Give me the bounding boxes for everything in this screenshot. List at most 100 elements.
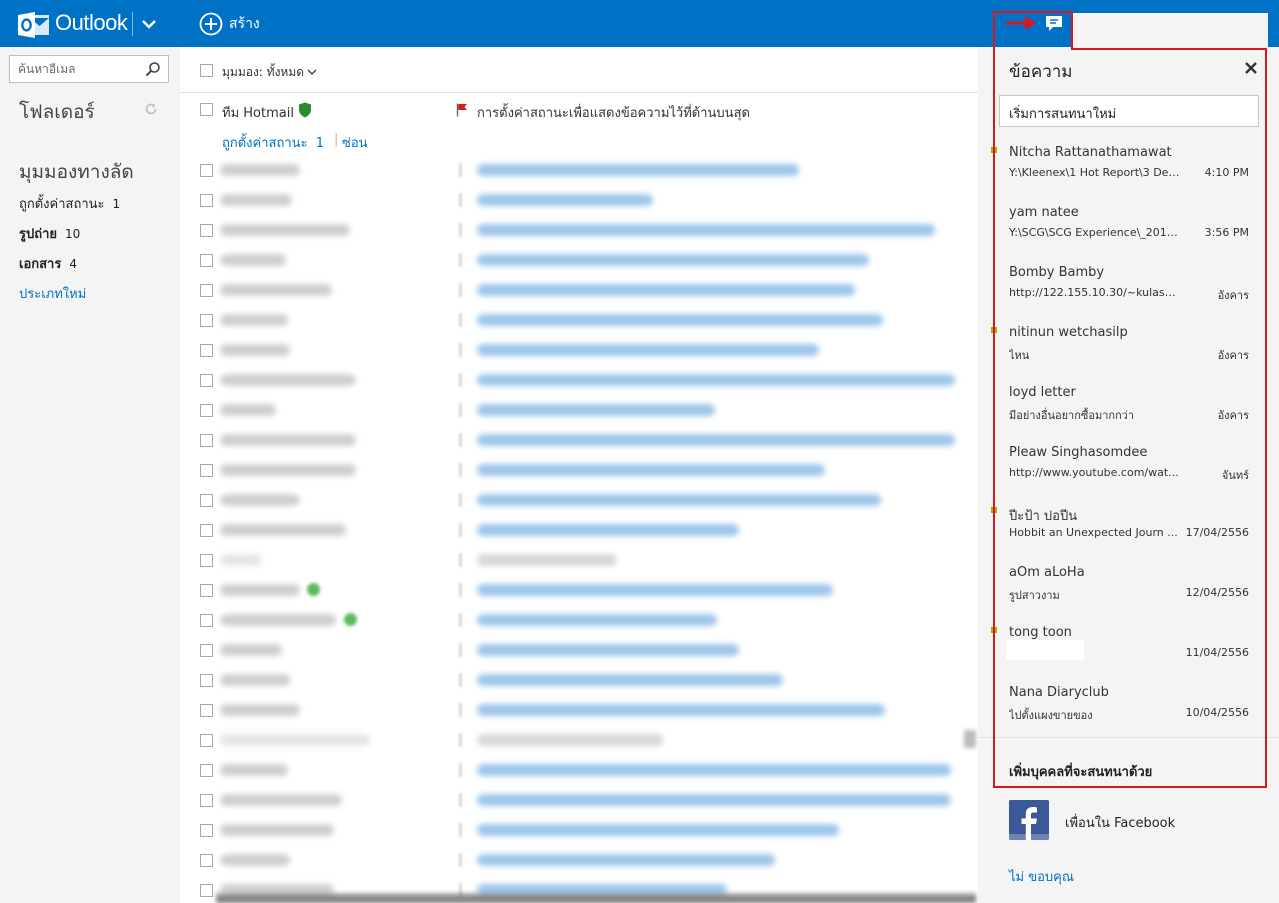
row-checkbox[interactable]	[200, 674, 213, 687]
row-checkbox[interactable]	[200, 734, 213, 747]
mail-row[interactable]	[180, 515, 978, 545]
row-checkbox[interactable]	[200, 794, 213, 807]
row-checkbox[interactable]	[200, 644, 213, 657]
no-thanks-link[interactable]: ไม่ ขอบคุณ	[1009, 866, 1074, 887]
row-checkbox[interactable]	[200, 824, 213, 837]
row-checkbox[interactable]	[200, 344, 213, 357]
row-marker	[459, 463, 462, 477]
conversation-item[interactable]: tong toon 11/04/2556	[978, 625, 1279, 685]
sender-blurred	[220, 494, 300, 506]
conversation-item[interactable]: aOm aLoHa รูปสาวงาม 12/04/2556	[978, 565, 1279, 625]
nav-item-photos[interactable]: รูปถ่าย 10	[19, 223, 80, 244]
row-checkbox[interactable]	[200, 374, 213, 387]
mail-row[interactable]	[180, 815, 978, 845]
mail-row[interactable]	[180, 695, 978, 725]
mail-row[interactable]	[180, 155, 978, 185]
nav-item-flagged[interactable]: ถูกตั้งค่าสถานะ 1	[19, 193, 120, 214]
row-checkbox[interactable]	[200, 764, 213, 777]
user-avatar-icon[interactable]	[1238, 13, 1260, 35]
conversation-item[interactable]: Nana Diaryclub ไปตั้งแผงขายของ 10/04/255…	[978, 685, 1279, 745]
row-checkbox[interactable]	[200, 254, 213, 267]
conversation-item[interactable]: Bomby Bamby http://122.155.10.30/~kulasa…	[978, 265, 1279, 325]
mail-row[interactable]	[180, 455, 978, 485]
mail-row[interactable]	[180, 245, 978, 275]
row-checkbox[interactable]	[200, 314, 213, 327]
hotmail-team-checkbox[interactable]	[200, 103, 213, 116]
conversation-item[interactable]: Nitcha Rattanathamawat Y:\Kleenex\1 Hot …	[978, 145, 1279, 205]
subject-blurred	[477, 464, 825, 476]
mail-row[interactable]	[180, 545, 978, 575]
message-preview: Y:\Kleenex\1 Hot Report\3 Des...	[1009, 166, 1181, 179]
message-time: อังคาร	[1217, 349, 1249, 362]
row-checkbox[interactable]	[200, 284, 213, 297]
row-checkbox[interactable]	[200, 194, 213, 207]
view-filter-dropdown[interactable]: มุมมอง: ทั้งหมด	[222, 63, 317, 82]
flag-notice-subject[interactable]: การตั้งค่าสถานะเพื่อแสดงข้อความไว้ที่ด้า…	[477, 102, 750, 123]
row-checkbox[interactable]	[200, 884, 213, 897]
sender-blurred	[220, 584, 300, 596]
row-checkbox[interactable]	[200, 434, 213, 447]
nav-item-documents[interactable]: เอกสาร 4	[19, 253, 77, 274]
mail-row[interactable]	[180, 185, 978, 215]
hide-link[interactable]: ซ่อน	[342, 132, 368, 153]
scrollbar-thumb[interactable]	[964, 730, 976, 748]
user-name[interactable]: yuthn narongkijpanich	[1109, 16, 1226, 30]
mail-row[interactable]	[180, 755, 978, 785]
mail-row[interactable]	[180, 725, 978, 755]
settings-gear-icon[interactable]	[1075, 13, 1095, 33]
mail-row[interactable]	[180, 605, 978, 635]
conversation-item[interactable]: yam natee Y:\SCG\SCG Experience\_2013...…	[978, 205, 1279, 265]
mail-row[interactable]	[180, 665, 978, 695]
mail-row[interactable]	[180, 575, 978, 605]
mail-row[interactable]	[180, 485, 978, 515]
row-checkbox[interactable]	[200, 554, 213, 567]
hotmail-team-sender[interactable]: ทีม Hotmail	[222, 102, 294, 123]
row-checkbox[interactable]	[200, 584, 213, 597]
row-checkbox[interactable]	[200, 494, 213, 507]
row-checkbox[interactable]	[200, 404, 213, 417]
facebook-friends-link[interactable]: เพื่อนใน Facebook	[1065, 812, 1175, 833]
refresh-icon[interactable]	[144, 102, 158, 116]
row-marker	[459, 433, 462, 447]
folders-heading[interactable]: โฟลเดอร์	[19, 97, 95, 127]
mail-row[interactable]	[180, 845, 978, 875]
row-checkbox[interactable]	[200, 164, 213, 177]
row-marker	[459, 493, 462, 507]
mail-row[interactable]	[180, 275, 978, 305]
conversation-item[interactable]: nitinun wetchasilp ไหน อังคาร	[978, 325, 1279, 385]
conversation-item[interactable]: ปีะป้า ปอปีน Hobbit an Unexpected Journ …	[978, 505, 1279, 565]
mail-row[interactable]	[180, 335, 978, 365]
mail-row[interactable]	[180, 215, 978, 245]
mail-row[interactable]	[180, 635, 978, 665]
flagged-filter-link[interactable]: ถูกตั้งค่าสถานะ 1	[222, 132, 324, 153]
conversation-item[interactable]: loyd letter มีอย่างอื่นอยากซื้อมากกว่า อ…	[978, 385, 1279, 445]
select-all-checkbox[interactable]	[200, 64, 213, 77]
messaging-chat-icon[interactable]	[1044, 14, 1064, 32]
mail-row[interactable]	[180, 305, 978, 335]
close-icon[interactable]	[1244, 61, 1258, 75]
conversation-item[interactable]: Pleaw Singhasomdee http://www.youtube.co…	[978, 445, 1279, 505]
row-marker	[459, 343, 462, 357]
row-checkbox[interactable]	[200, 854, 213, 867]
mail-row[interactable]	[180, 785, 978, 815]
facebook-icon[interactable]	[1009, 800, 1049, 840]
search-icon[interactable]	[145, 61, 161, 77]
mail-row[interactable]	[180, 425, 978, 455]
mail-row[interactable]	[180, 365, 978, 395]
brand-name[interactable]: Outlook	[55, 10, 128, 36]
app-switcher-chevron-icon[interactable]	[140, 16, 158, 32]
search-box[interactable]	[9, 55, 169, 83]
row-checkbox[interactable]	[200, 524, 213, 537]
row-checkbox[interactable]	[200, 464, 213, 477]
new-category-link[interactable]: ประเภทใหม่	[19, 283, 86, 304]
row-marker	[459, 823, 462, 837]
create-new-button[interactable]: สร้าง	[199, 11, 260, 37]
new-conversation-input[interactable]: เริ่มการสนทนาใหม่	[999, 95, 1259, 127]
mail-row[interactable]	[180, 395, 978, 425]
outlook-logo-icon[interactable]	[18, 12, 50, 38]
row-checkbox[interactable]	[200, 704, 213, 717]
row-checkbox[interactable]	[200, 224, 213, 237]
flag-icon[interactable]	[456, 103, 468, 117]
search-input[interactable]	[10, 56, 140, 82]
row-checkbox[interactable]	[200, 614, 213, 627]
